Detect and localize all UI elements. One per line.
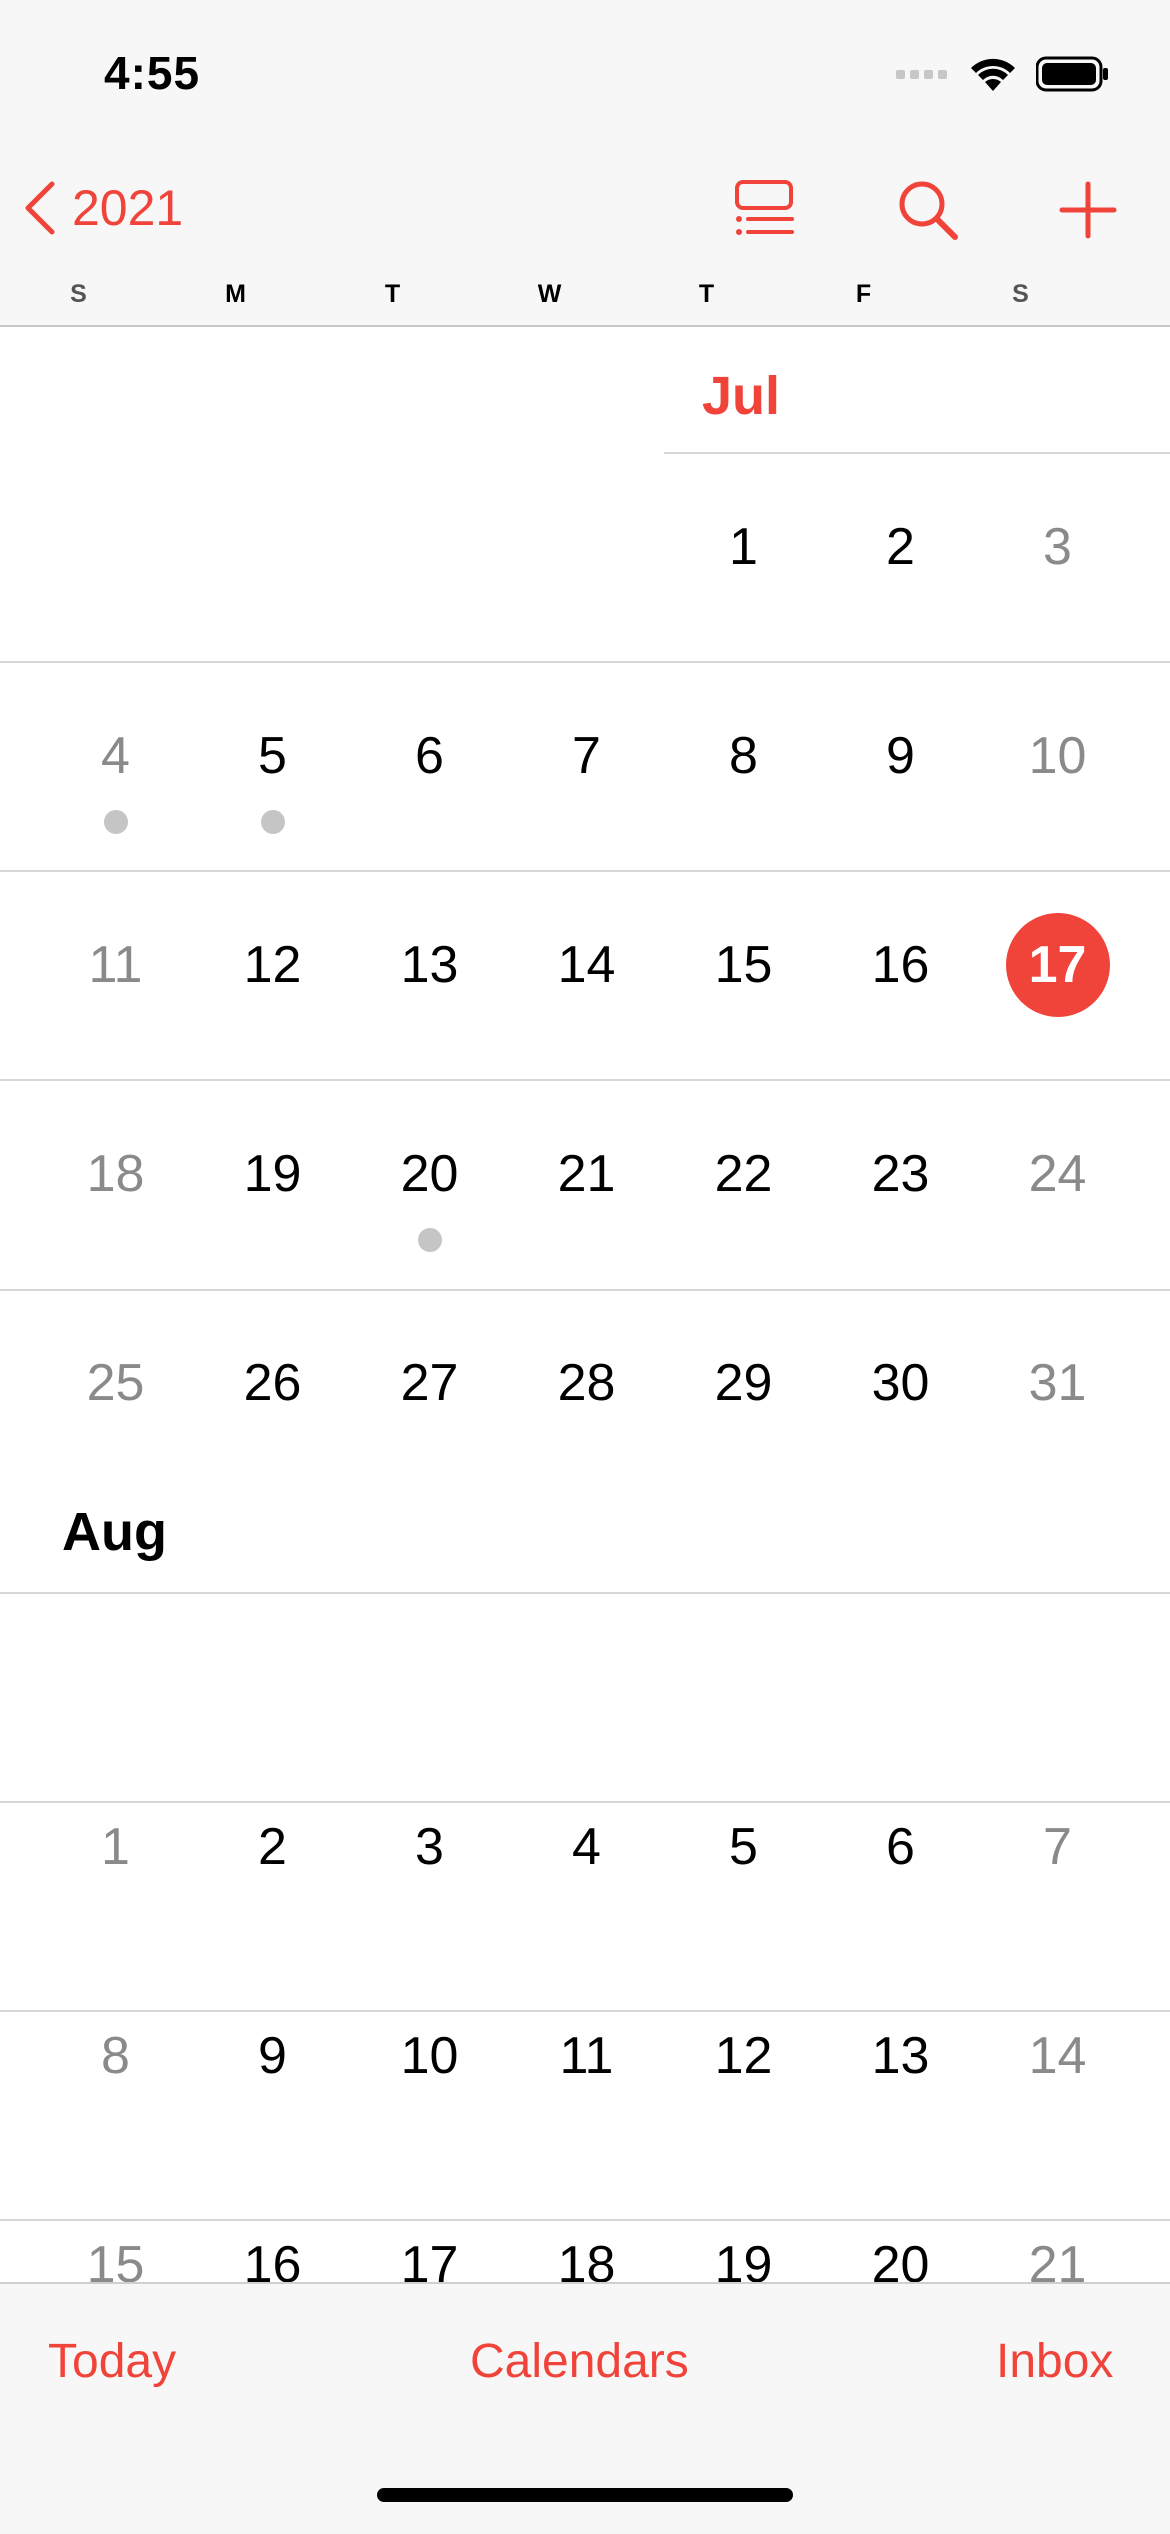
add-event-button[interactable] [1048, 172, 1128, 248]
day-cell[interactable]: 15 [665, 935, 822, 995]
day-cell[interactable]: 9 [822, 726, 979, 786]
day-cell[interactable]: 1 [37, 1817, 194, 1877]
day-cell[interactable]: 13 [822, 2026, 979, 2086]
search-icon [899, 181, 958, 240]
day-cell[interactable]: 13 [351, 935, 508, 995]
event-indicator-dot [260, 810, 285, 834]
weekday-label: S [1012, 280, 1029, 308]
day-cell[interactable]: 18 [508, 2235, 665, 2282]
row-divider [0, 1801, 1170, 1803]
row-divider [0, 1079, 1170, 1081]
weekday-label: M [225, 280, 246, 308]
day-cell[interactable]: 2 [194, 1817, 351, 1877]
day-cell[interactable]: 8 [665, 726, 822, 786]
day-cell[interactable]: 5 [665, 1817, 822, 1877]
status-bar: 4:55 [0, 0, 1170, 150]
day-cell[interactable]: 23 [822, 1144, 979, 1204]
day-cell[interactable]: 30 [822, 1353, 979, 1413]
day-cell[interactable]: 9 [194, 2026, 351, 2086]
row-divider [0, 870, 1170, 872]
day-cell[interactable]: 20 [822, 2235, 979, 2282]
wifi-icon [971, 58, 1015, 91]
day-cell[interactable]: 3 [351, 1817, 508, 1877]
day-cell[interactable]: 17 [351, 2235, 508, 2282]
weekday-header: S M T W T F S [0, 280, 1170, 309]
day-cell[interactable]: 21 [508, 1144, 665, 1204]
day-cell[interactable]: 11 [508, 2026, 665, 2086]
day-cell[interactable]: 6 [822, 1817, 979, 1877]
day-cell[interactable]: 3 [979, 517, 1136, 577]
day-cell-today[interactable]: 17 [979, 935, 1136, 995]
calendars-button[interactable]: Calendars [470, 2334, 689, 2389]
month-label-aug: Aug [62, 1502, 167, 1562]
day-cell[interactable]: 12 [194, 935, 351, 995]
row-divider [0, 661, 1170, 663]
list-view-button[interactable] [724, 172, 804, 248]
status-icons [896, 52, 1110, 96]
day-cell[interactable]: 4 [37, 726, 194, 786]
day-cell[interactable]: 5 [194, 726, 351, 786]
day-cell[interactable]: 19 [194, 1144, 351, 1204]
day-cell[interactable]: 29 [665, 1353, 822, 1413]
day-cell[interactable]: 18 [37, 1144, 194, 1204]
day-cell[interactable]: 2 [822, 517, 979, 577]
day-cell[interactable]: 20 [351, 1144, 508, 1204]
day-cell[interactable]: 7 [508, 726, 665, 786]
day-cell[interactable]: 26 [194, 1353, 351, 1413]
weekday-label: T [698, 280, 715, 308]
day-cell[interactable]: 10 [351, 2026, 508, 2086]
day-cell[interactable]: 19 [665, 2235, 822, 2282]
day-cell[interactable]: 31 [979, 1353, 1136, 1413]
home-indicator [377, 2488, 793, 2502]
day-cell[interactable]: 11 [37, 935, 194, 995]
month-calendar-grid: Jul Aug 1 2 3 4 5 6 7 8 9 10 11 12 13 14 15 16 17 18 19 20 2… [0, 327, 1170, 2282]
day-cell[interactable]: 4 [508, 1817, 665, 1877]
weekday-label: W [537, 280, 562, 308]
row-divider [664, 452, 1170, 454]
day-cell[interactable]: 15 [37, 2235, 194, 2282]
day-cell[interactable]: 14 [508, 935, 665, 995]
inbox-button[interactable]: Inbox [996, 2334, 1113, 2389]
status-time: 4:55 [104, 47, 201, 99]
row-divider [0, 1592, 1170, 1594]
day-cell[interactable]: 27 [351, 1353, 508, 1413]
day-cell[interactable]: 22 [665, 1144, 822, 1204]
event-indicator-dot [417, 1228, 442, 1252]
back-to-year-button[interactable]: 2021 [22, 176, 183, 240]
day-cell[interactable]: 16 [822, 935, 979, 995]
day-cell[interactable]: 1 [665, 517, 822, 577]
event-indicator-dot [103, 810, 128, 834]
chevron-left-icon [25, 181, 55, 235]
list-view-icon [735, 180, 794, 235]
day-cell[interactable]: 25 [37, 1353, 194, 1413]
day-cell[interactable]: 7 [979, 1817, 1136, 1877]
day-cell[interactable]: 12 [665, 2026, 822, 2086]
weekday-label: T [384, 280, 401, 308]
today-button[interactable]: Today [48, 2334, 176, 2389]
nav-bar: 2021 S M T W T F S [0, 150, 1170, 327]
day-cell[interactable]: 21 [979, 2235, 1136, 2282]
battery-icon [1036, 56, 1108, 92]
search-button[interactable] [888, 172, 968, 248]
day-cell[interactable]: 16 [194, 2235, 351, 2282]
row-divider [0, 1289, 1170, 1291]
day-cell[interactable]: 8 [37, 2026, 194, 2086]
weekday-label: F [855, 280, 872, 308]
cellular-signal-icon [896, 70, 947, 79]
day-cell[interactable]: 6 [351, 726, 508, 786]
day-cell[interactable]: 10 [979, 726, 1136, 786]
day-cell[interactable]: 28 [508, 1353, 665, 1413]
day-cell[interactable]: 14 [979, 2026, 1136, 2086]
plus-icon [1059, 181, 1117, 239]
row-divider [0, 2010, 1170, 2012]
day-cell[interactable]: 24 [979, 1144, 1136, 1204]
back-label: 2021 [72, 180, 184, 236]
month-label-jul: Jul [702, 366, 781, 426]
row-divider [0, 2219, 1170, 2221]
weekday-label: S [70, 280, 87, 308]
